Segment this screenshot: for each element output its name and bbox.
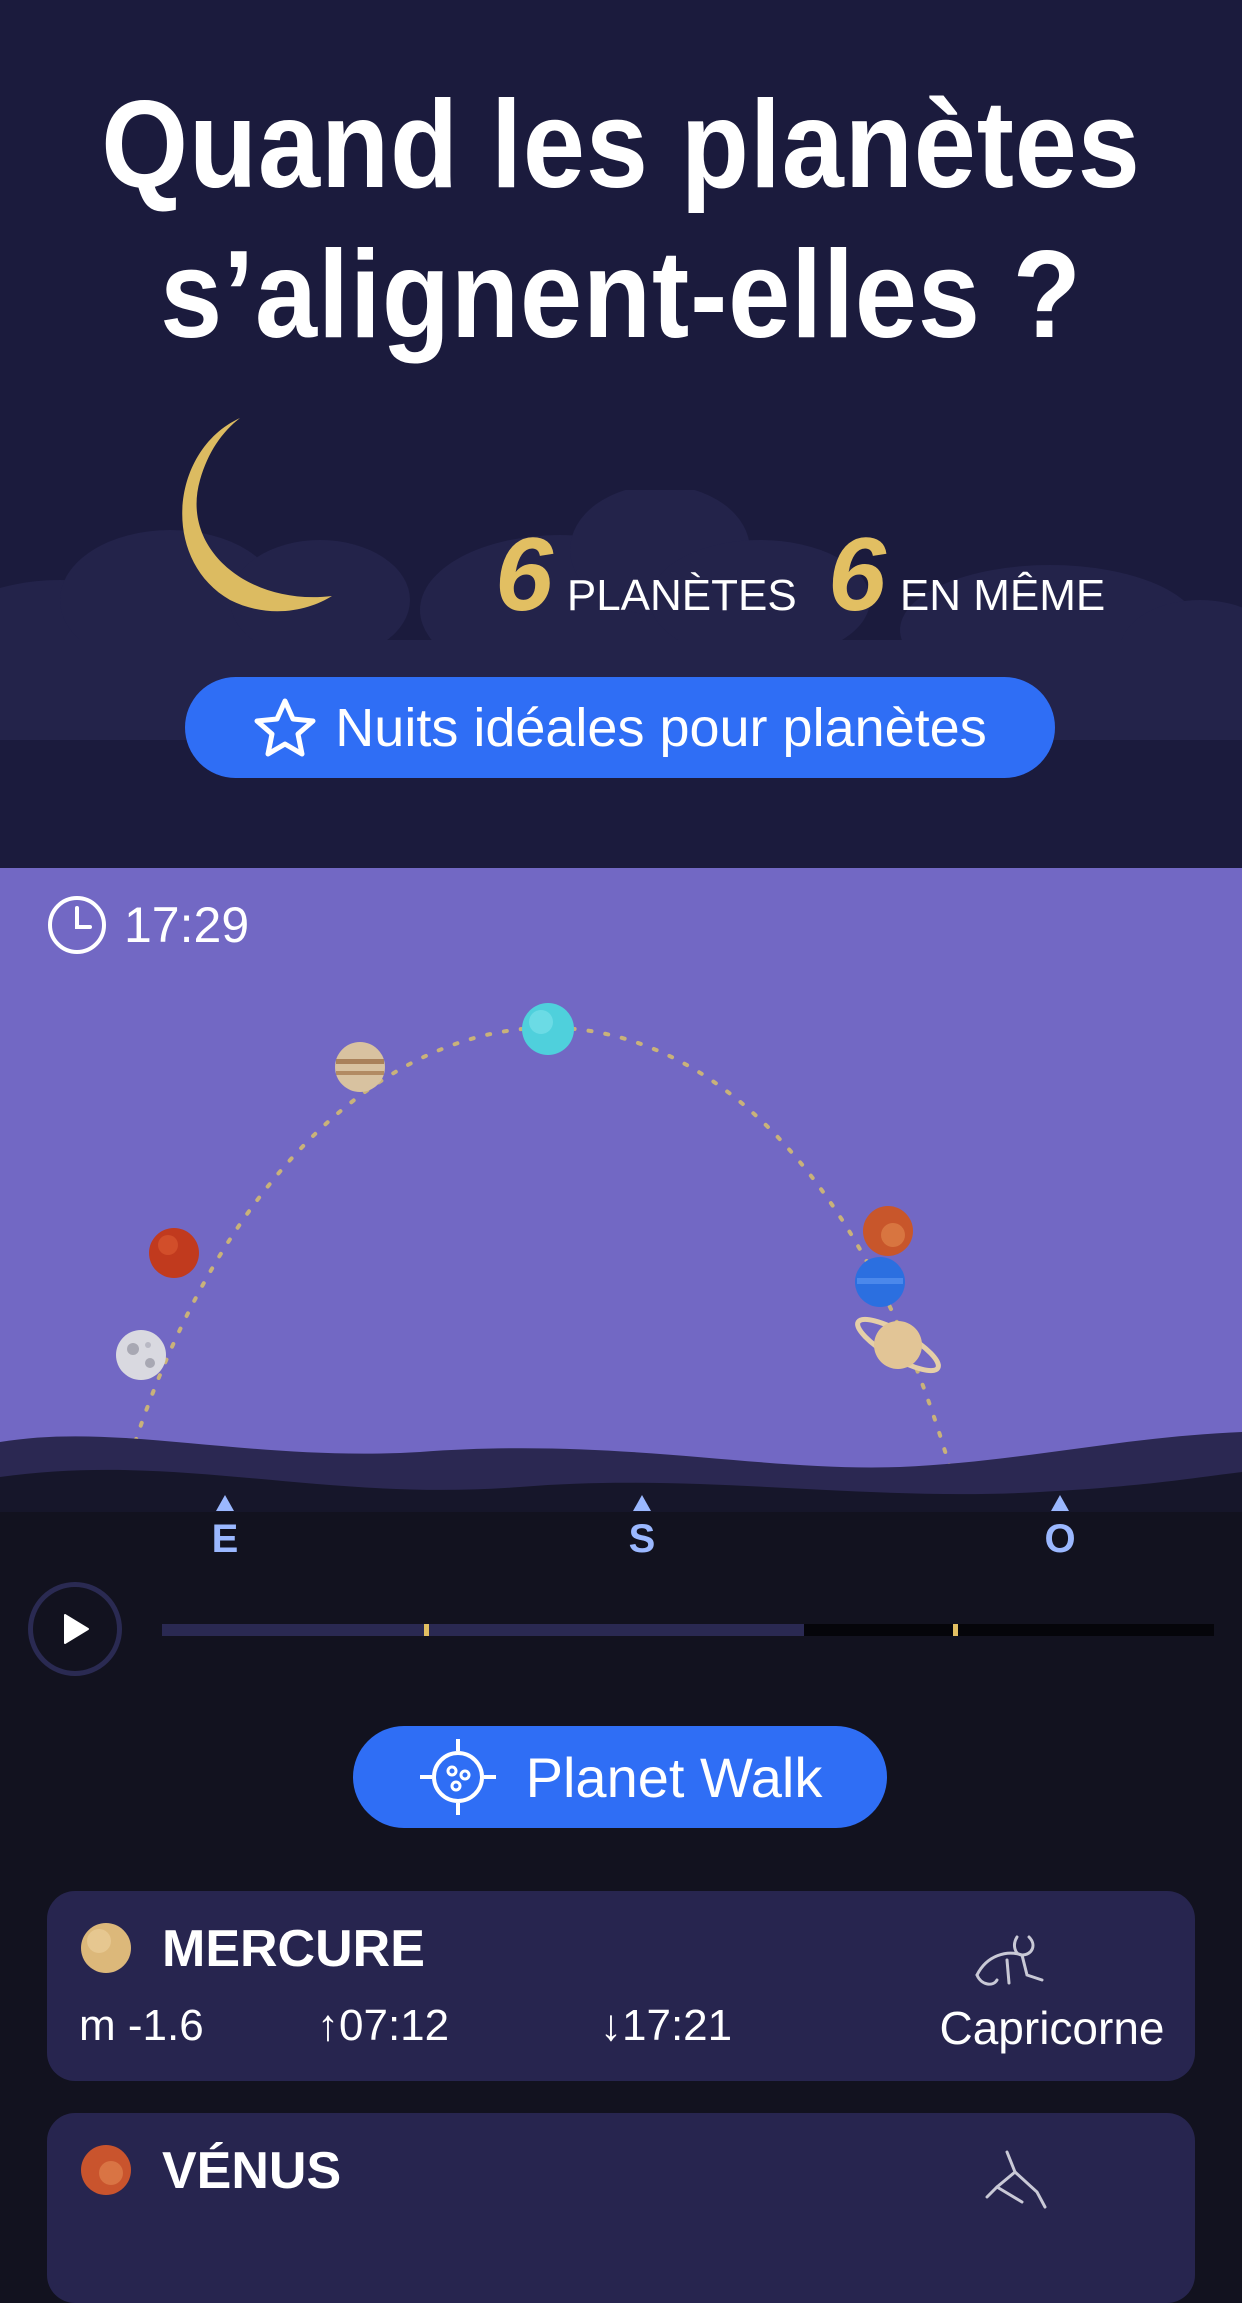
sky-view[interactable]: 17:29	[0, 868, 1242, 1518]
capricorn-constellation-icon	[975, 1935, 1044, 1986]
play-icon	[64, 1614, 89, 1644]
compass-south: S	[612, 1495, 672, 1562]
time-marker-now	[953, 1624, 958, 1636]
headline-line-1: Quand les planètes	[101, 76, 1141, 214]
constellation-icon	[985, 2150, 1047, 2209]
mercury-planet-icon	[81, 1923, 131, 1973]
saturn-body	[855, 1316, 941, 1374]
sky-arc-chart	[116, 1003, 989, 1488]
ideal-nights-label: Nuits idéales pour planètes	[335, 697, 987, 758]
stat-simultaneous-number: 6	[828, 517, 886, 633]
neptune-body	[855, 1257, 905, 1307]
mars-body	[149, 1228, 199, 1278]
time-marker-sunset	[424, 1624, 429, 1636]
headline: Quand les planètes s’alignent-elles ?	[62, 70, 1180, 370]
venus-body	[863, 1206, 913, 1256]
set-arrow-icon: ↓	[600, 2001, 622, 2050]
stat-simultaneous-label: EN MÊME	[899, 571, 1106, 620]
time-slider-fill	[162, 1624, 804, 1636]
planet-name: MERCURE	[162, 1920, 425, 1978]
header: Quand les planètes s’alignent-elles ? 6P…	[0, 0, 1242, 868]
constellation-name: Capricorne	[939, 2002, 1165, 2054]
planet-walk-label: Planet Walk	[525, 1745, 823, 1809]
stat-simultaneous: 6 EN MÊME	[828, 520, 1105, 630]
planet-name: VÉNUS	[162, 2142, 342, 2200]
compass-east-marker	[216, 1495, 234, 1511]
ecliptic-path	[128, 1025, 952, 1470]
compass-east-label: E	[211, 1517, 239, 1561]
stat-planets-label: PLANÈTES	[566, 571, 797, 620]
time-slider[interactable]	[162, 1624, 1214, 1636]
compass-west: O	[1030, 1495, 1090, 1562]
compass-west-marker	[1051, 1495, 1069, 1511]
compass-east: E	[195, 1495, 255, 1562]
star-icon	[254, 698, 316, 756]
set-time-value: 17:21	[622, 2001, 733, 2050]
compass-west-label: O	[1044, 1517, 1076, 1561]
ideal-nights-button[interactable]: Nuits idéales pour planètes	[185, 677, 1055, 778]
rise-time-value: 07:12	[339, 2001, 450, 2050]
stat-planets: 6 PLANÈTES	[495, 520, 797, 630]
set-time: ↓17:21	[600, 2001, 732, 2051]
planet-card-venus[interactable]: VÉNUS	[47, 2113, 1195, 2303]
moon-body	[116, 1330, 166, 1380]
rise-arrow-icon: ↑	[317, 2001, 339, 2050]
compass-south-marker	[633, 1495, 651, 1511]
rise-time: ↑07:12	[317, 2001, 449, 2051]
magnitude: m -1.6	[79, 2001, 204, 2050]
stat-planets-number: 6	[495, 517, 553, 633]
uranus-body	[522, 1003, 574, 1055]
jupiter-body	[335, 1042, 385, 1092]
planet-walk-button[interactable]: Planet Walk	[353, 1726, 887, 1828]
compass-south-label: S	[628, 1517, 656, 1561]
venus-planet-icon	[81, 2145, 131, 2195]
moon-icon	[182, 418, 332, 612]
play-button[interactable]	[28, 1582, 122, 1676]
target-icon	[419, 1739, 496, 1815]
planet-card-mercury[interactable]: MERCURE m -1.6 ↑07:12 ↓17:21 Capricorne	[47, 1891, 1195, 2081]
headline-line-2: s’alignent-elles ?	[160, 226, 1082, 364]
